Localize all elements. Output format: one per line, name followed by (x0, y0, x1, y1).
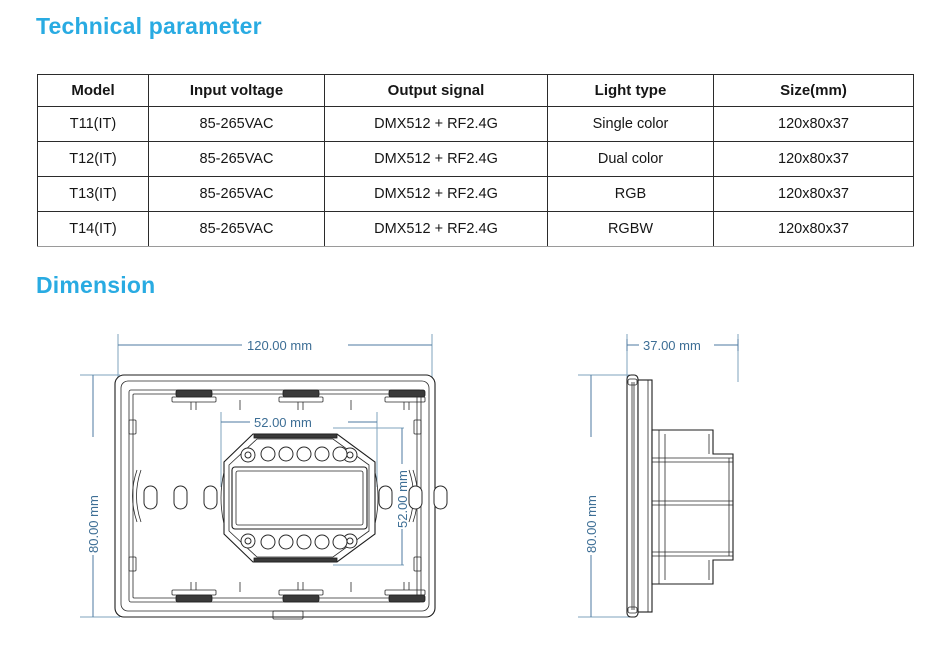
table-row: T14(IT) 85-265VAC DMX512 + RF2.4G RGBW 1… (37, 211, 914, 247)
front-height-dimension: 80.00 mm (80, 374, 120, 618)
cell-output-signal: DMX512 + RF2.4G (324, 141, 548, 177)
side-view: 37.00 mm 80.00 mm (578, 334, 739, 618)
cell-light-type: RGB (547, 176, 714, 212)
inner-width-label: 52.00 mm (254, 415, 312, 430)
page-title-dimension: Dimension (36, 272, 156, 298)
column-header-input-voltage: Input voltage (148, 74, 325, 107)
side-height-label: 80.00 mm (584, 495, 599, 553)
table-row: T12(IT) 85-265VAC DMX512 + RF2.4G Dual c… (37, 141, 914, 177)
dimension-drawing: 120.00 mm 80.00 mm 52.00 mm 52.00 mm 37.… (0, 312, 946, 645)
table-row: T13(IT) 85-265VAC DMX512 + RF2.4G RGB 12… (37, 176, 914, 212)
table-row: T11(IT) 85-265VAC DMX512 + RF2.4G Single… (37, 106, 914, 142)
side-back-body (651, 429, 734, 585)
side-depth-label: 37.00 mm (643, 338, 701, 353)
cell-size: 120x80x37 (713, 141, 914, 177)
cell-output-signal: DMX512 + RF2.4G (324, 176, 548, 212)
cell-output-signal: DMX512 + RF2.4G (324, 106, 548, 142)
cell-size: 120x80x37 (713, 106, 914, 142)
page-title-technical-parameter: Technical parameter (36, 13, 262, 39)
cell-light-type: Dual color (547, 141, 714, 177)
side-height-dimension: 80.00 mm (578, 374, 630, 618)
side-depth-dimension: 37.00 mm (626, 334, 739, 382)
cell-model: T14(IT) (37, 211, 149, 247)
technical-parameter-table: Model Input voltage Output signal Light … (37, 74, 914, 247)
front-view: 120.00 mm 80.00 mm 52.00 mm 52.00 mm (80, 334, 448, 620)
cell-model: T13(IT) (37, 176, 149, 212)
table-header-row: Model Input voltage Output signal Light … (37, 74, 914, 107)
cell-input-voltage: 85-265VAC (148, 141, 325, 177)
front-oval-slots-left (143, 485, 218, 510)
cell-input-voltage: 85-265VAC (148, 176, 325, 212)
column-header-light-type: Light type (547, 74, 714, 107)
column-header-size: Size(mm) (713, 74, 914, 107)
front-height-label: 80.00 mm (86, 495, 101, 553)
cell-output-signal: DMX512 + RF2.4G (324, 211, 548, 247)
cell-light-type: RGBW (547, 211, 714, 247)
cell-size: 120x80x37 (713, 211, 914, 247)
cell-model: T12(IT) (37, 141, 149, 177)
column-header-output-signal: Output signal (324, 74, 548, 107)
front-width-label: 120.00 mm (247, 338, 312, 353)
column-header-model: Model (37, 74, 149, 107)
cell-light-type: Single color (547, 106, 714, 142)
cell-input-voltage: 85-265VAC (148, 211, 325, 247)
inner-height-label: 52.00 mm (395, 470, 410, 528)
cell-model: T11(IT) (37, 106, 149, 142)
side-faceplate (626, 374, 653, 618)
front-oval-slots-right (378, 485, 448, 510)
center-module (220, 433, 379, 563)
cell-size: 120x80x37 (713, 176, 914, 212)
cell-input-voltage: 85-265VAC (148, 106, 325, 142)
